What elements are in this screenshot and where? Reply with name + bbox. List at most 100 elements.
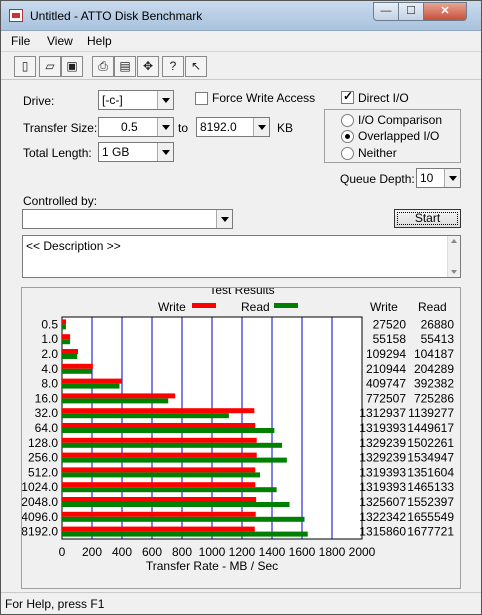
transfer-size-label: Transfer Size: — [23, 121, 98, 135]
total-length-select[interactable]: 1 GB — [98, 142, 174, 162]
maximize-button[interactable]: ☐ — [398, 2, 424, 21]
neither-label: Neither — [358, 146, 397, 160]
category-label: 4096.0 — [22, 510, 58, 524]
test-results-panel: Test Results Write Read Write Read 0 200 400 600… — [21, 287, 461, 589]
write-value: 55158 — [373, 332, 407, 346]
category-label: 512.0 — [28, 465, 58, 479]
read-value: 1534947 — [407, 451, 454, 465]
transfer-size-to-select[interactable]: 8192.0 — [196, 117, 270, 137]
overlapped-io-radio[interactable] — [341, 130, 354, 143]
write-value: 1319393 — [359, 421, 406, 435]
write-bar — [62, 423, 256, 428]
move-icon[interactable]: ✥ — [137, 56, 159, 77]
neither-radio[interactable] — [341, 147, 354, 160]
close-button[interactable]: ✕ — [423, 2, 467, 21]
write-value: 1319393 — [359, 480, 406, 494]
read-value: 1655549 — [407, 510, 454, 524]
save-icon[interactable]: ▣ — [61, 56, 83, 77]
queue-depth-select[interactable]: 10 — [416, 168, 461, 188]
write-bar — [62, 349, 79, 354]
write-value: 1329239 — [359, 436, 406, 450]
context-help-icon[interactable]: ↖ — [185, 56, 207, 77]
read-bar — [62, 339, 71, 345]
read-bar — [62, 487, 277, 493]
x-tick-label: 1600 — [289, 545, 316, 559]
read-bar — [62, 531, 308, 537]
force-write-checkbox[interactable] — [195, 92, 208, 105]
write-value: 772507 — [366, 391, 406, 405]
x-tick-label: 0 — [59, 545, 66, 559]
status-bar: For Help, press F1 — [1, 592, 481, 614]
write-bar — [62, 526, 255, 532]
legend-read-label: Read — [241, 300, 270, 314]
controlled-by-select[interactable] — [22, 209, 233, 229]
read-bar — [62, 368, 92, 374]
legend-write-swatch — [192, 303, 216, 308]
read-bar — [62, 442, 283, 448]
category-label: 32.0 — [35, 406, 59, 420]
category-label: 128.0 — [28, 436, 58, 450]
queue-depth-label: Queue Depth: — [340, 172, 415, 186]
read-column-header: Read — [418, 300, 447, 314]
category-label: 8192.0 — [22, 525, 58, 539]
read-bar — [62, 383, 120, 389]
x-tick-label: 200 — [82, 545, 102, 559]
x-tick-label: 1800 — [319, 545, 346, 559]
read-bar — [62, 413, 229, 419]
read-value: 1677721 — [407, 525, 454, 539]
print-icon[interactable]: ⎙ — [92, 56, 114, 77]
minimize-button[interactable]: — — [373, 2, 399, 21]
transfer-from-value: 0.5 — [121, 120, 138, 134]
direct-io-checkbox[interactable] — [341, 89, 354, 104]
description-field[interactable]: << Description >> — [22, 235, 461, 278]
menu-file[interactable]: File — [11, 34, 30, 48]
read-bar — [62, 398, 169, 404]
toolbar: ▯ ▱ ▣ ⎙ ▤ ✥ ? ↖ — [1, 52, 481, 80]
read-bar — [62, 428, 275, 433]
x-tick-label: 2000 — [349, 545, 376, 559]
legend-write-label: Write — [158, 300, 186, 314]
print-preview-icon[interactable]: ▤ — [114, 56, 136, 77]
read-bar — [62, 502, 290, 507]
controlled-by-label: Controlled by: — [23, 194, 98, 208]
transfer-size-from-select[interactable]: 0.5 — [98, 117, 174, 137]
start-button[interactable]: Start — [394, 209, 461, 228]
total-length-value: 1 GB — [102, 145, 130, 159]
category-label: 1.0 — [41, 332, 58, 346]
app-window: Untitled - ATTO Disk Benchmark — ☐ ✕ Fil… — [0, 0, 482, 615]
write-value: 1325607 — [359, 495, 406, 509]
write-value: 409747 — [366, 377, 406, 391]
write-bar — [62, 319, 67, 325]
write-bar — [62, 467, 256, 473]
read-value: 1139277 — [408, 406, 454, 420]
read-value: 26880 — [421, 317, 455, 331]
write-bar — [62, 393, 176, 399]
app-icon — [9, 9, 23, 22]
drive-label: Drive: — [23, 94, 55, 108]
drive-value: [-c-] — [102, 93, 123, 107]
chevron-down-icon — [157, 91, 173, 109]
write-bar — [62, 497, 257, 502]
x-tick-label: 1400 — [259, 545, 286, 559]
read-value: 1449617 — [407, 421, 454, 435]
open-icon[interactable]: ▱ — [39, 56, 61, 77]
direct-io-label: Direct I/O — [358, 91, 409, 105]
read-value: 392382 — [414, 377, 454, 391]
legend-read-swatch — [274, 303, 298, 308]
new-icon[interactable]: ▯ — [14, 56, 36, 77]
chevron-down-icon — [157, 143, 173, 161]
menu-view[interactable]: View — [47, 34, 73, 48]
read-bar — [62, 457, 287, 463]
read-value: 204289 — [414, 362, 454, 376]
write-bar — [62, 437, 257, 443]
write-value: 1322342 — [359, 510, 406, 524]
kb-label: KB — [277, 121, 294, 135]
help-icon[interactable]: ? — [162, 56, 184, 77]
description-scrollbar[interactable] — [447, 236, 460, 277]
read-value: 55413 — [421, 332, 455, 346]
io-comparison-radio[interactable] — [341, 114, 354, 127]
drive-select[interactable]: [-c-] — [98, 90, 174, 110]
menu-help[interactable]: Help — [87, 34, 112, 48]
category-label: 2048.0 — [22, 495, 58, 509]
window-title: Untitled - ATTO Disk Benchmark — [30, 9, 203, 23]
